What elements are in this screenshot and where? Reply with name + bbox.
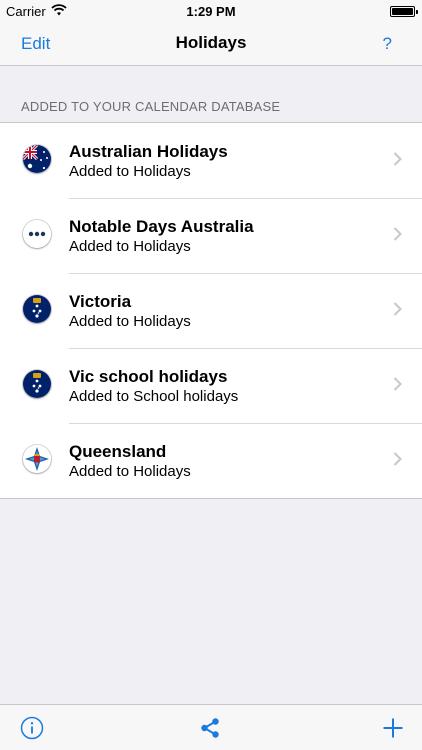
info-icon[interactable] bbox=[20, 716, 44, 740]
section-header: ADDED TO YOUR CALENDAR DATABASE bbox=[21, 99, 281, 114]
navigation-bar: Edit Holidays ? bbox=[0, 22, 422, 66]
more-dots-icon bbox=[23, 220, 51, 248]
add-icon[interactable] bbox=[381, 716, 405, 740]
australia-flag-icon bbox=[23, 145, 51, 173]
status-time: 1:29 PM bbox=[186, 4, 236, 19]
list-item-title: Victoria bbox=[69, 292, 132, 311]
list-item-title: Notable Days Australia bbox=[69, 217, 254, 236]
calendar-list: Australian Holidays Added to Holidays No… bbox=[0, 122, 422, 499]
list-item-notable-days-australia[interactable]: Notable Days Australia Added to Holidays bbox=[0, 198, 422, 273]
battery-icon bbox=[390, 6, 418, 17]
share-icon[interactable] bbox=[198, 716, 222, 740]
chevron-right-icon bbox=[393, 452, 402, 466]
page-title: Holidays bbox=[175, 33, 247, 52]
list-item-subtitle: Added to Holidays bbox=[69, 313, 191, 330]
list-item-victoria[interactable]: Victoria Added to Holidays bbox=[0, 273, 422, 348]
list-item-vic-school-holidays[interactable]: Vic school holidays Added to School holi… bbox=[0, 348, 422, 423]
chevron-right-icon bbox=[393, 227, 402, 241]
help-button[interactable]: ? bbox=[383, 34, 392, 54]
chevron-right-icon bbox=[393, 302, 402, 316]
list-item-subtitle: Added to Holidays bbox=[69, 163, 191, 180]
queensland-badge-icon bbox=[23, 445, 51, 473]
list-item-queensland[interactable]: Queensland Added to Holidays bbox=[0, 423, 422, 498]
list-item-subtitle: Added to Holidays bbox=[69, 238, 191, 255]
chevron-right-icon bbox=[393, 152, 402, 166]
victoria-flag-icon bbox=[23, 295, 51, 323]
bottom-toolbar bbox=[0, 704, 422, 750]
list-item-title: Queensland bbox=[69, 442, 167, 461]
victoria-flag-icon bbox=[23, 370, 51, 398]
chevron-right-icon bbox=[393, 377, 402, 391]
list-item-subtitle: Added to School holidays bbox=[69, 388, 239, 405]
list-item-title: Vic school holidays bbox=[69, 367, 228, 386]
status-bar: Carrier 1:29 PM bbox=[0, 0, 422, 22]
list-item-subtitle: Added to Holidays bbox=[69, 463, 191, 480]
list-item-title: Australian Holidays bbox=[69, 142, 228, 161]
list-item-australian-holidays[interactable]: Australian Holidays Added to Holidays bbox=[0, 123, 422, 198]
